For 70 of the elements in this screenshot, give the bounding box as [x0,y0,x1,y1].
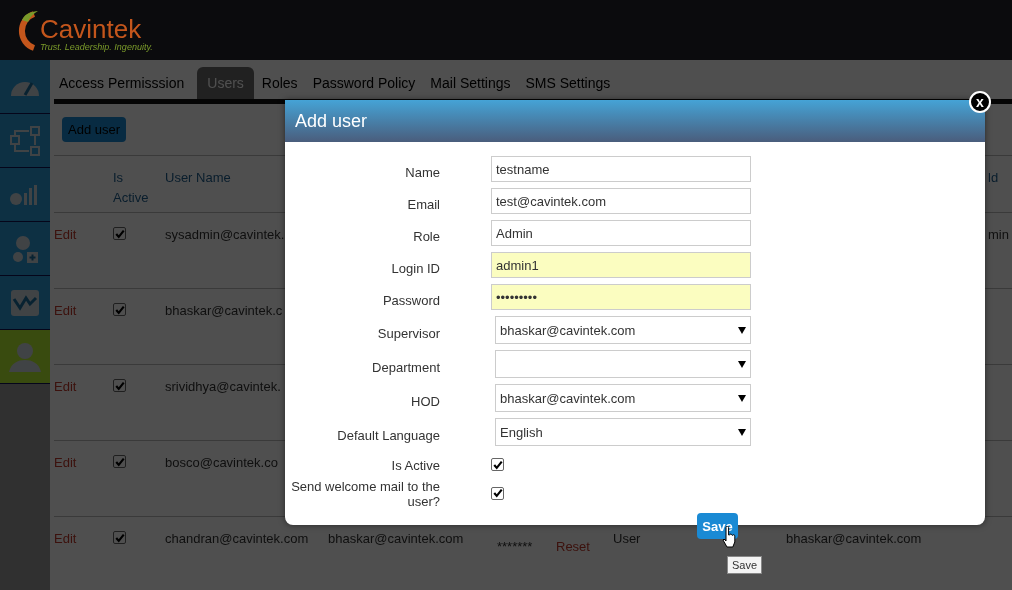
tab[interactable]: Roles [256,67,308,99]
text-field[interactable]: test@cavintek.com [491,188,751,214]
checkbox[interactable] [491,486,504,500]
field-label: Login ID [390,260,440,276]
column-header: ld [988,169,1000,187]
field-label: Supervisor [376,325,440,341]
table-cell: srividhya@cavintek. [165,379,281,394]
dropdown[interactable]: English [495,418,751,446]
caret-icon [738,428,746,436]
save-button[interactable]: Save [697,513,738,539]
checkbox[interactable] [113,531,126,544]
caret-icon [738,360,746,368]
edit-link[interactable]: Edit [54,227,77,242]
table-cell: bosco@cavintek.co [165,455,278,470]
dropdown[interactable]: bhaskar@cavintek.com [495,316,751,344]
field-label: Password [381,292,440,308]
field-label: Email [406,196,440,212]
table-cell: ******* [497,539,533,554]
field-label: Name [404,164,440,180]
logo-name: Cavintek [40,16,142,42]
checkbox[interactable] [113,303,126,316]
field-label: Send welcome mail to the user? [290,479,440,509]
edit-link[interactable]: Edit [54,379,77,394]
table-cell: sysadmin@cavintek. [165,227,285,242]
table-cell: User [613,531,641,546]
sidebar-item[interactable] [0,114,50,168]
column-header: User Name [165,169,232,187]
field-label: HOD [410,393,440,409]
reset-link[interactable]: Reset [556,539,590,554]
dialog-title: Add user [295,110,368,132]
logo-tagline: Trust. Leadership. Ingenuity. [40,42,153,52]
field-label: Department [371,359,440,375]
table-cell: bhaskar@cavintek.com [786,531,922,546]
user-icon [8,341,42,372]
line-chart-icon [10,288,40,317]
table-cell: bhaskar@cavintek.com [328,531,464,546]
field-label: Role [412,228,440,244]
caret-icon [738,326,746,334]
text-field[interactable]: admin1 [491,252,751,278]
sidebar-item[interactable] [0,60,50,114]
tab[interactable]: Password Policy [307,67,426,99]
text-field[interactable]: testname [491,156,751,182]
close-button[interactable]: x [969,91,991,113]
tab[interactable]: Mail Settings [425,67,521,99]
checkbox[interactable] [113,227,126,240]
table-cell: min [988,227,1009,242]
edit-link[interactable]: Edit [54,531,77,546]
table-cell: chandran@cavintek.com [165,531,309,546]
text-field[interactable]: ••••••••• [491,284,751,310]
checkbox[interactable] [491,458,504,471]
caret-icon [738,394,746,402]
sidebar-item[interactable] [0,168,50,222]
dropdown[interactable] [495,350,751,378]
column-header: Is Active [113,169,150,207]
add-user-button[interactable]: Add user [62,117,127,142]
edit-link[interactable]: Edit [54,303,77,318]
sidebar-item[interactable] [0,222,50,276]
checkbox[interactable] [113,455,126,468]
sidebar-item[interactable] [0,276,50,330]
flowchart-icon [9,124,41,157]
text-field[interactable]: Admin [491,220,751,246]
table-cell: bhaskar@cavintek.c [165,303,283,318]
field-label: Is Active [390,458,440,473]
checkbox[interactable] [113,379,126,392]
field-label: Default Language [336,427,440,443]
tooltip: Save [727,556,763,574]
tab[interactable]: Access Permisssion [54,67,195,99]
tab[interactable]: SMS Settings [520,67,621,99]
edit-link[interactable]: Edit [54,455,77,470]
dropdown[interactable]: bhaskar@cavintek.com [495,384,751,412]
